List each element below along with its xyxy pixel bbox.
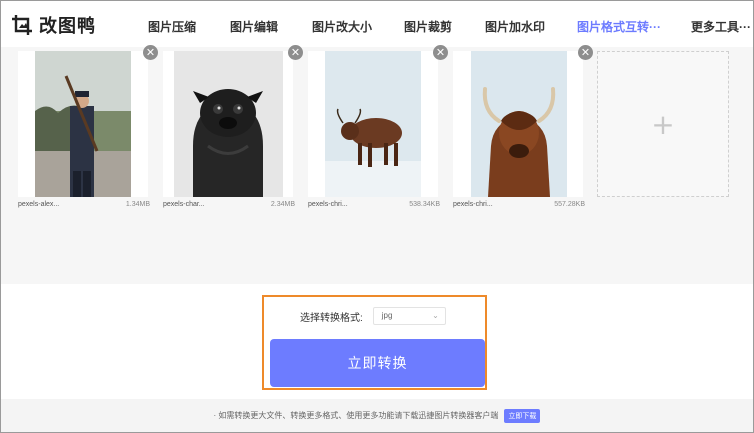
selected-format: jpg <box>381 311 393 320</box>
file-meta: pexels-chri... 538.34KB <box>308 201 440 208</box>
file-card[interactable]: ✕ pexels-chri... 538.34KB <box>308 45 448 212</box>
close-icon[interactable]: ✕ <box>143 45 158 60</box>
add-file-button[interactable]: + <box>597 51 729 197</box>
download-client-button[interactable]: 立即下载 <box>504 408 541 423</box>
nav-item-compress[interactable]: 图片压缩 <box>148 18 196 35</box>
logo-text: 改图鸭 <box>39 16 96 36</box>
format-row: 选择转换格式: jpg ⌄ <box>300 307 446 325</box>
image-crop-icon <box>11 14 33 36</box>
footer-text: · 如需转换更大文件、转换更多格式、使用更多功能请下载迅捷图片转换器客户端 <box>213 411 499 420</box>
nav-item-crop[interactable]: 图片裁剪 <box>404 18 452 35</box>
file-card[interactable]: ✕ pexels-chri... 557.28KB <box>453 45 593 212</box>
file-name: pexels-chri... <box>453 201 493 208</box>
file-size: 1.34MB <box>125 201 150 208</box>
logo[interactable]: 改图鸭 <box>11 12 96 38</box>
nav-item-edit[interactable]: 图片编辑 <box>230 18 278 35</box>
top-navigation: 改图鸭 图片压缩 图片编辑 图片改大小 图片裁剪 图片加水印 图片格式互转···… <box>1 1 753 47</box>
file-size: 557.28KB <box>554 201 585 208</box>
convert-panel: 选择转换格式: jpg ⌄ 立即转换 <box>262 295 487 390</box>
file-meta: pexels-chri... 557.28KB <box>453 201 585 208</box>
close-icon[interactable]: ✕ <box>288 45 303 60</box>
file-meta: pexels-char... 2.34MB <box>163 201 295 208</box>
convert-button[interactable]: 立即转换 <box>270 339 485 387</box>
format-label: 选择转换格式: <box>300 312 363 324</box>
file-name: pexels-char... <box>163 201 205 208</box>
plus-icon: + <box>651 107 675 141</box>
file-card[interactable]: ✕ pexels-char... 2.34MB <box>163 45 303 212</box>
nav-item-resize[interactable]: 图片改大小 <box>312 18 372 35</box>
pug-dog-photo <box>163 51 293 197</box>
soldier-in-uniform-photo <box>18 51 148 197</box>
file-name: pexels-alex... <box>18 201 60 208</box>
close-icon[interactable]: ✕ <box>433 45 448 60</box>
file-card[interactable]: ✕ pexels-alex... 1.34MB <box>18 45 158 212</box>
nav-item-watermark[interactable]: 图片加水印 <box>485 18 545 35</box>
file-meta: pexels-alex... 1.34MB <box>18 201 150 208</box>
highland-cow-closeup-photo <box>453 51 583 197</box>
file-grid: ✕ pexels-alex... 1.34MB ✕ pexels-char...… <box>1 45 753 284</box>
file-size: 2.34MB <box>270 201 295 208</box>
format-select[interactable]: jpg ⌄ <box>372 307 446 325</box>
file-size: 538.34KB <box>409 201 440 208</box>
nav-item-more-tools[interactable]: 更多工具··· <box>691 18 751 35</box>
close-icon[interactable]: ✕ <box>578 45 593 60</box>
nav-item-format-convert[interactable]: 图片格式互转··· <box>577 18 661 35</box>
file-name: pexels-chri... <box>308 201 348 208</box>
chevron-down-icon: ⌄ <box>432 311 439 320</box>
footer-bar: · 如需转换更大文件、转换更多格式、使用更多功能请下载迅捷图片转换器客户端 立即… <box>1 399 753 432</box>
highland-cow-in-snow-photo <box>308 51 438 197</box>
